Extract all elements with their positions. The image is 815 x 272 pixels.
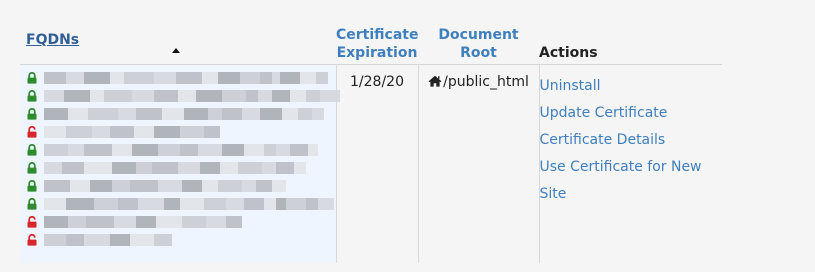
expiration-value: 1/28/20 bbox=[350, 74, 404, 90]
table-header-row: FQDNs Certificate Expiration Document Ro… bbox=[20, 22, 722, 65]
actions-header-label: Actions bbox=[539, 45, 598, 61]
redacted-domain-name bbox=[44, 126, 220, 138]
sort-ascending-icon bbox=[172, 48, 180, 53]
lock-icon bbox=[26, 72, 38, 84]
fqdns-column-header: FQDNs bbox=[20, 22, 336, 65]
table-body: 1/28/20 /public_html Uninstall Update Ce… bbox=[20, 64, 722, 264]
domain-list-item bbox=[26, 159, 336, 177]
actions-cell: Uninstall Update Certificate Certificate… bbox=[539, 65, 722, 264]
document-root-cell: /public_html bbox=[418, 64, 540, 263]
redacted-domain-name bbox=[44, 108, 324, 120]
unlock-icon bbox=[26, 216, 38, 228]
expiration-cell: 1/28/20 bbox=[336, 64, 419, 263]
fqdns-sort-link[interactable]: FQDNs bbox=[26, 32, 79, 48]
redacted-domain-name bbox=[44, 234, 172, 246]
actions-column-header: Actions bbox=[539, 22, 722, 65]
domain-list-item bbox=[26, 123, 336, 141]
certificate-details-link[interactable]: Certificate Details bbox=[540, 127, 723, 154]
domain-list-item bbox=[26, 231, 336, 249]
redacted-domain-name bbox=[44, 180, 286, 192]
lock-icon bbox=[26, 162, 38, 174]
domain-list-item bbox=[26, 177, 336, 195]
lock-icon bbox=[26, 108, 38, 120]
lock-icon bbox=[26, 198, 38, 210]
expiration-header-line1[interactable]: Certificate bbox=[336, 27, 418, 43]
domain-list-item bbox=[26, 195, 336, 213]
document-root-header-link[interactable]: Document Root bbox=[438, 27, 518, 61]
document-root-value: /public_html bbox=[443, 74, 529, 90]
uninstall-link[interactable]: Uninstall bbox=[540, 73, 723, 100]
redacted-domain-name bbox=[44, 162, 306, 174]
lock-icon bbox=[26, 90, 38, 102]
use-certificate-new-site-link[interactable]: Use Certificate for New Site bbox=[540, 154, 723, 208]
lock-icon bbox=[26, 144, 38, 156]
home-icon bbox=[428, 75, 442, 87]
redacted-domain-name bbox=[44, 144, 318, 156]
redacted-domain-name bbox=[44, 216, 242, 228]
expiration-column-header: Certificate Expiration bbox=[336, 22, 418, 65]
unlock-icon bbox=[26, 234, 38, 246]
lock-icon bbox=[26, 180, 38, 192]
redacted-domain-name bbox=[44, 198, 334, 210]
ssl-manager-page: FQDNs Certificate Expiration Document Ro… bbox=[0, 0, 815, 272]
table-row: 1/28/20 /public_html Uninstall Update Ce… bbox=[20, 64, 722, 264]
expiration-header-line2[interactable]: Expiration bbox=[337, 45, 418, 61]
domain-list-item bbox=[26, 69, 336, 87]
redacted-domain-name bbox=[44, 72, 328, 84]
domain-list-item bbox=[26, 87, 340, 105]
domain-list-item bbox=[26, 105, 336, 123]
ssl-certificates-table: FQDNs Certificate Expiration Document Ro… bbox=[20, 22, 722, 263]
certificates-table: FQDNs Certificate Expiration Document Ro… bbox=[20, 22, 722, 263]
fqdn-cell bbox=[20, 64, 340, 263]
document-root-column-header: Document Root bbox=[418, 22, 539, 65]
domain-list-item bbox=[26, 141, 336, 159]
domain-list-item bbox=[26, 213, 336, 231]
update-certificate-link[interactable]: Update Certificate bbox=[540, 100, 723, 127]
table-header: FQDNs Certificate Expiration Document Ro… bbox=[20, 22, 722, 65]
redacted-domain-name bbox=[44, 90, 340, 102]
unlock-icon bbox=[26, 126, 38, 138]
domain-list bbox=[20, 65, 340, 249]
